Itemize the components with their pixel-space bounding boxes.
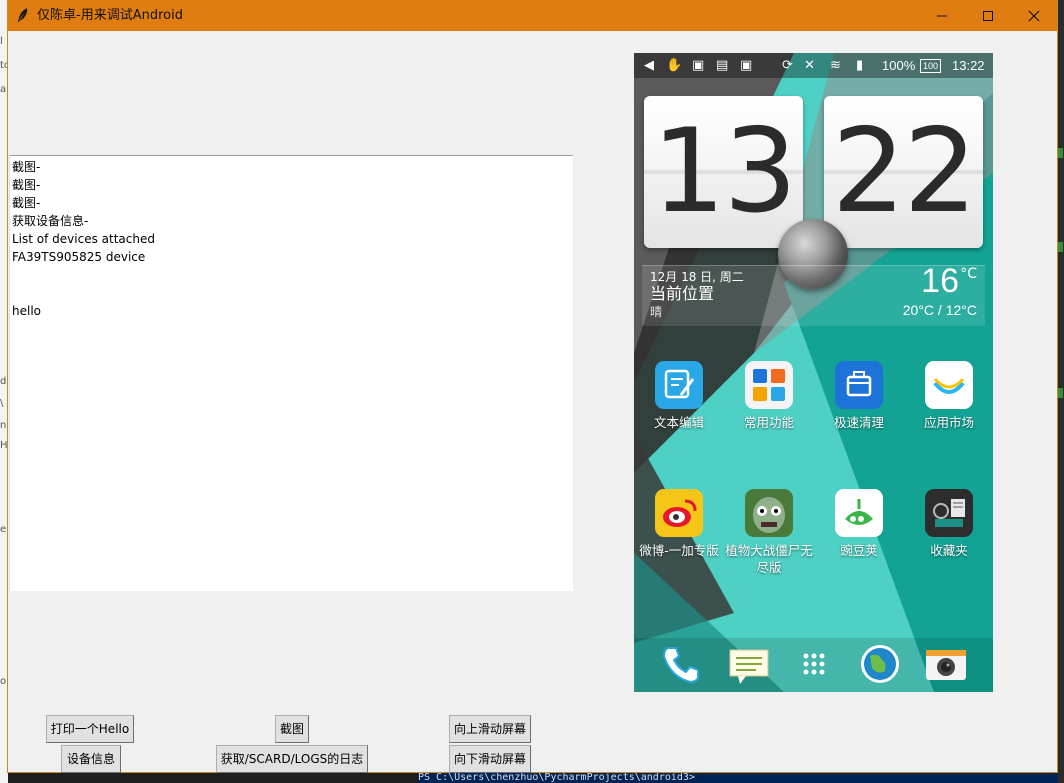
app-label: 豌豆荚: [840, 543, 878, 558]
tools-icon: [745, 361, 793, 409]
background-text: n: [0, 420, 7, 431]
battery-icon: 100: [920, 59, 942, 73]
get-logs-button[interactable]: 获取/SCARD/LOGS的日志: [216, 745, 368, 773]
weather-widget[interactable]: 12月 18 日, 周二 当前位置 晴 16 °C 20°C / 12°C: [642, 262, 985, 326]
background-text: e: [0, 524, 7, 535]
background-marker: [1058, 242, 1063, 252]
favorites-icon: [925, 489, 973, 537]
weather-location: 当前位置: [650, 284, 715, 303]
status-bar: ◀ ✋ ▣ ▤ ▣ ⟳ ✕ ≋ ▮ 100% 100 13:22: [634, 53, 993, 78]
pea-pod-icon: [835, 489, 883, 537]
minimize-button[interactable]: [919, 0, 965, 31]
app-label: 极速清理: [833, 415, 884, 430]
usb-debug-icon: ◀: [644, 58, 654, 73]
maximize-button[interactable]: [965, 0, 1011, 31]
status-time: 13:22: [952, 58, 985, 73]
app-label: 文本编辑: [653, 415, 704, 430]
log-line: List of devices attached: [12, 232, 155, 246]
background-window-right: [1057, 0, 1064, 783]
signal-icon: ▮: [856, 58, 864, 73]
log-line: 截图-: [12, 160, 41, 174]
background-marker: [1058, 388, 1063, 398]
clock-hour: 13: [651, 104, 798, 239]
log-line: FA39TS905825 device: [12, 250, 146, 264]
app-speed-clean[interactable]: 极速清理: [814, 361, 904, 431]
camera-icon[interactable]: [924, 642, 968, 686]
weather-condition: 晴: [650, 305, 663, 319]
app-favorites[interactable]: 收藏夹: [904, 489, 993, 559]
close-button[interactable]: [1011, 0, 1057, 31]
background-window-left: l to a d \ n H e o: [0, 0, 10, 783]
app-weibo[interactable]: 微博-一加专版: [634, 489, 724, 559]
app-plants-vs-zombies[interactable]: 植物大战僵尸无尽版: [724, 489, 814, 576]
weather-unit: °C: [960, 266, 977, 282]
background-marker: [1058, 148, 1063, 158]
log-line: 截图-: [12, 196, 41, 210]
weibo-icon: [655, 489, 703, 537]
app-app-market[interactable]: 应用市场: [904, 361, 993, 431]
maximize-icon: [983, 10, 993, 21]
app-label: 微博-一加专版: [639, 543, 719, 558]
cleaner-icon: [835, 361, 883, 409]
close-icon: [1028, 10, 1040, 21]
text-editor-icon: [655, 361, 703, 409]
window-title: 仅陈卓-用来调试Android: [37, 8, 183, 23]
wifi-icon: ≋: [830, 58, 841, 73]
browser-icon[interactable]: [858, 642, 902, 686]
clock-minute-card: 22: [824, 96, 983, 248]
weather-date: 12月 18 日, 周二: [650, 270, 744, 284]
app-label: 应用市场: [923, 415, 974, 430]
print-hello-button[interactable]: 打印一个Hello: [46, 715, 134, 743]
scroll-down-button[interactable]: 向下滑动屏幕: [449, 745, 531, 773]
mute-icon: ✕: [804, 58, 815, 73]
background-text: a: [0, 84, 7, 95]
log-text-area[interactable]: 截图- 截图- 截图- 获取设备信息- List of devices atta…: [9, 155, 573, 591]
app-label: 植物大战僵尸无尽版: [725, 543, 813, 575]
minimize-icon: [937, 15, 947, 16]
messages-icon[interactable]: [726, 642, 770, 686]
background-text: l: [0, 36, 3, 47]
battery-percent: 100%: [882, 58, 916, 73]
feather-icon: [16, 7, 30, 23]
sync-icon: ⟳: [782, 58, 793, 73]
storage-icon: ▤: [716, 58, 729, 73]
main-window: 仅陈卓-用来调试Android 截图- 截图- 截图- 获取设备信息- List…: [8, 0, 1057, 773]
app-label: 常用功能: [743, 415, 794, 430]
background-terminal-prompt: PS C:\Users\chenzhuo\PycharmProjects\and…: [418, 772, 1058, 783]
code-icon: ▣: [692, 58, 705, 73]
log-line: hello: [12, 304, 41, 318]
log-line: 截图-: [12, 178, 41, 192]
app-wandoujia[interactable]: 豌豆荚: [814, 489, 904, 559]
title-bar[interactable]: 仅陈卓-用来调试Android: [8, 0, 1057, 31]
phone-screen[interactable]: ◀ ✋ ▣ ▤ ▣ ⟳ ✕ ≋ ▮ 100% 100 13:22 13 22 1…: [634, 53, 993, 692]
clock-hour-card: 13: [644, 96, 803, 248]
zombie-icon: [745, 489, 793, 537]
dock: [634, 638, 993, 692]
weather-range: 20°C / 12°C: [902, 302, 977, 318]
app-text-editor[interactable]: 文本编辑: [634, 361, 724, 431]
code-icon: ▣: [740, 58, 753, 73]
log-line: 获取设备信息-: [12, 214, 89, 228]
clock-minute: 22: [831, 104, 978, 239]
app-label: 收藏夹: [930, 543, 968, 558]
app-common-functions[interactable]: 常用功能: [724, 361, 814, 431]
scroll-up-button[interactable]: 向上滑动屏幕: [449, 715, 531, 743]
touch-icon: ✋: [666, 58, 683, 73]
screenshot-button[interactable]: 截图: [275, 715, 309, 743]
background-text: \: [0, 398, 4, 409]
background-text: d: [0, 376, 7, 387]
weather-temperature: 16: [921, 262, 959, 300]
market-icon: [925, 361, 973, 409]
phone-icon[interactable]: [660, 642, 704, 686]
background-text: H: [0, 440, 8, 451]
device-info-button[interactable]: 设备信息: [61, 745, 121, 773]
app-drawer-icon[interactable]: [792, 642, 836, 686]
background-text: o: [0, 676, 7, 687]
